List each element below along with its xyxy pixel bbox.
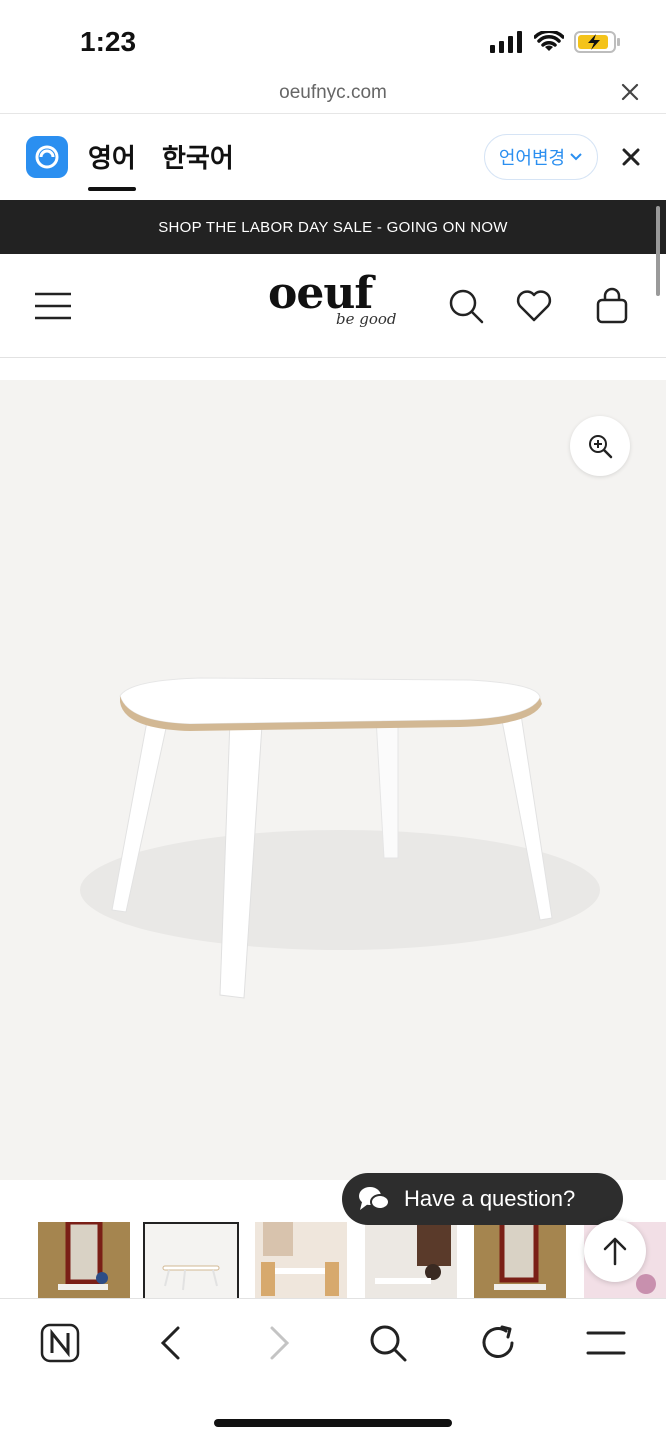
thumbnail[interactable] [255,1222,347,1300]
papago-logo-icon [26,136,68,178]
signal-icon [490,31,522,53]
menu-button[interactable] [584,1321,628,1365]
home-indicator[interactable] [214,1419,452,1427]
thumbnail-selected[interactable] [143,1222,239,1300]
change-language-label: 언어변경 [498,148,566,168]
translate-bar: 영어 한국어 언어변경 [0,114,666,200]
battery-icon [574,31,620,53]
brand-tagline: be good [336,310,397,328]
search-icon[interactable] [446,286,486,326]
url-bar: oeufnyc.com [0,74,666,114]
naver-home-icon [40,1323,80,1363]
browser-toolbar [0,1298,666,1440]
reload-icon [482,1325,514,1358]
menu-icon [586,1331,626,1355]
tab-english[interactable]: 영어 [88,138,136,191]
table-illustration [80,677,600,999]
status-time: 1:23 [80,26,137,57]
forward-icon [270,1326,290,1360]
thumbnail[interactable] [474,1222,566,1300]
url-text[interactable]: oeufnyc.com [0,82,666,104]
zoom-in-icon [589,435,613,459]
close-url-icon[interactable] [620,82,640,102]
search-toolbar-button[interactable] [366,1321,410,1365]
thumbnail[interactable] [38,1222,130,1300]
naver-home-button[interactable] [38,1321,82,1365]
site-header: oeuf be good [0,254,666,358]
chat-button[interactable]: Have a question? [342,1173,623,1225]
zoom-button[interactable] [570,416,630,476]
reload-button[interactable] [476,1321,520,1365]
heart-icon[interactable] [514,286,554,326]
promo-banner[interactable]: SHOP THE LABOR DAY SALE - GOING ON NOW [0,200,666,254]
wifi-icon [534,31,564,51]
product-image[interactable] [0,380,666,1180]
thumbnail[interactable] [365,1222,457,1300]
back-button[interactable] [148,1321,192,1365]
forward-button[interactable] [258,1321,302,1365]
arrow-up-icon [603,1237,627,1266]
chevron-down-icon [570,153,582,161]
scroll-to-top-button[interactable] [584,1220,646,1282]
status-icons [490,30,622,54]
chat-bubbles-icon [359,1187,390,1210]
shopping-bag-icon[interactable] [592,286,632,326]
status-bar: 1:23 [0,0,666,80]
promo-text: SHOP THE LABOR DAY SALE - GOING ON NOW [158,218,508,236]
thumbnail-strip [0,1222,666,1300]
search-icon [370,1325,407,1362]
hamburger-menu-icon[interactable] [34,292,72,320]
change-language-button[interactable]: 언어변경 [484,134,598,180]
back-icon [160,1326,180,1360]
close-translate-icon[interactable] [622,148,640,166]
chat-label: Have a question? [404,1186,576,1211]
tab-korean[interactable]: 한국어 [162,138,234,175]
